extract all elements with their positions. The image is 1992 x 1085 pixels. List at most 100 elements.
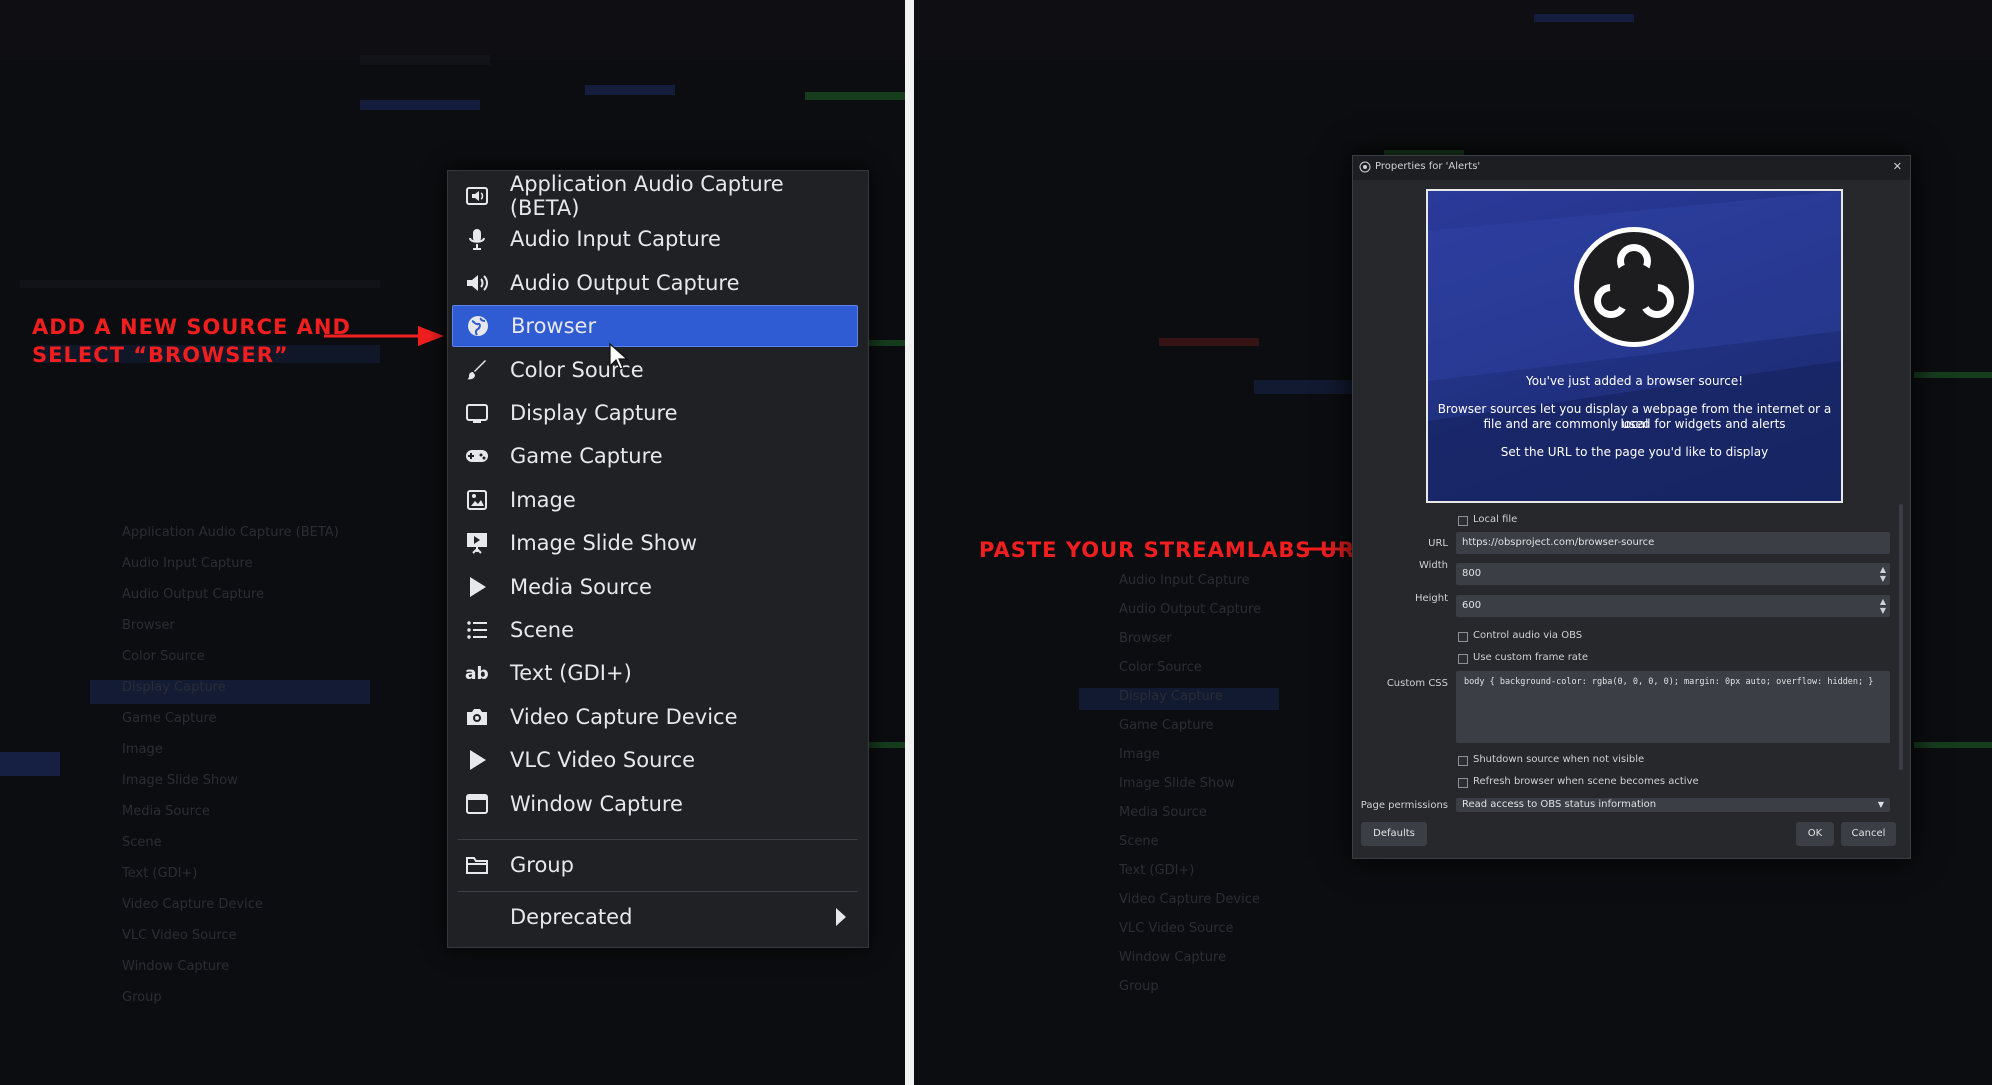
height-value: 600 [1462, 600, 1482, 611]
menu-item-label: Video Capture Device [510, 704, 738, 729]
menu-item-game-capture[interactable]: Game Capture [452, 435, 858, 477]
width-label: Width [1418, 560, 1448, 571]
background-meter [868, 742, 905, 748]
cancel-button[interactable]: Cancel [1841, 822, 1896, 846]
page-permissions-select[interactable]: Read access to OBS status information ▼ [1456, 798, 1890, 812]
url-input[interactable]: https://obsproject.com/browser-source [1456, 532, 1890, 554]
menu-item-media-source[interactable]: Media Source [452, 566, 858, 608]
background-list-item: Window Capture [1119, 950, 1227, 965]
menu-item-scene[interactable]: Scene [452, 609, 858, 651]
menu-item-video-capture-device[interactable]: Video Capture Device [452, 696, 858, 738]
camera-icon [464, 704, 490, 730]
background-bar [1159, 338, 1259, 346]
background-list-item: Image Slide Show [1119, 776, 1235, 791]
menu-item-label: Group [510, 853, 574, 877]
menu-item-color-source[interactable]: Color Source [452, 349, 858, 391]
menu-item-label: Deprecated [510, 905, 633, 929]
menu-item-display-capture[interactable]: Display Capture [452, 392, 858, 434]
background-list-item: Video Capture Device [122, 897, 263, 912]
spin-up-icon[interactable]: ▲ [1880, 598, 1886, 606]
background-meter [1914, 742, 1992, 748]
menu-item-label: Window Capture [510, 791, 683, 816]
background-selection [360, 100, 480, 110]
close-button[interactable]: ✕ [1893, 160, 1902, 173]
menu-item-label: Display Capture [510, 401, 678, 425]
background-list-item: Color Source [1119, 660, 1202, 675]
blank-icon [464, 904, 490, 930]
obs-logo-icon [1359, 161, 1371, 173]
background-list-item: Display Capture [1119, 689, 1223, 704]
menu-item-group[interactable]: Group [452, 844, 858, 886]
menu-item-label: VLC Video Source [510, 748, 696, 773]
right-panel: Audio Input Capture Audio Output Capture B… [914, 0, 1992, 1085]
ok-button[interactable]: OK [1796, 822, 1834, 846]
annotation-add-source: ADD A NEW SOURCE AND SELECT “BROWSER” [32, 313, 351, 369]
left-panel: Application Audio Capture (BETA) Audio In… [0, 0, 905, 1085]
control-audio-label: Control audio via OBS [1473, 630, 1583, 641]
background-list-item: Audio Input Capture [122, 556, 253, 571]
background-toolbar [0, 0, 905, 60]
control-audio-checkbox[interactable] [1458, 632, 1468, 642]
menu-item-application-audio-capture-beta[interactable]: Application Audio Capture (BETA) [452, 172, 858, 220]
properties-dialog: Properties for 'Alerts' ✕ You've just ad… [1352, 155, 1911, 859]
menu-item-label: Application Audio Capture (BETA) [509, 172, 784, 220]
preview-instruction: Set the URL to the page you'd like to di… [1500, 445, 1769, 459]
monitor-icon [464, 400, 490, 426]
folder-icon [464, 852, 490, 878]
menu-item-window-capture[interactable]: Window Capture [452, 783, 858, 825]
background-meter [805, 92, 905, 100]
menu-item-image[interactable]: Image [452, 479, 858, 521]
background-list-item: Audio Output Capture [1119, 602, 1262, 617]
annotation-line: ADD A NEW SOURCE AND [32, 315, 351, 339]
background-list-item: Text (GDI+) [122, 866, 198, 881]
menu-item-image-slide-show[interactable]: Image Slide Show [452, 522, 858, 564]
menu-item-label: Media Source [510, 574, 652, 599]
speaker-icon [464, 270, 490, 296]
background-bar [360, 55, 490, 65]
spin-down-icon[interactable]: ▼ [1880, 575, 1886, 583]
local-file-checkbox[interactable] [1458, 516, 1468, 526]
shutdown-checkbox[interactable] [1458, 756, 1468, 766]
globe-icon [465, 313, 491, 339]
background-selection [585, 85, 675, 95]
background-list-item: Video Capture Device [1119, 892, 1260, 907]
local-file-label: Local file [1473, 514, 1518, 525]
panel-divider [905, 0, 914, 1085]
height-spinbox[interactable]: 600 ▲ ▼ [1456, 595, 1890, 617]
menu-item-browser[interactable]: Browser [452, 305, 858, 348]
browser-preview: You've just added a browser source! Brow… [1426, 189, 1843, 503]
refresh-label: Refresh browser when scene becomes activ… [1473, 776, 1699, 787]
mouse-cursor-icon [609, 342, 629, 370]
menu-item-text-gdi[interactable]: ab Text (GDI+) [452, 652, 858, 694]
background-selection [0, 752, 60, 776]
shutdown-label: Shutdown source when not visible [1473, 754, 1645, 765]
width-spinbox[interactable]: 800 ▲ ▼ [1456, 563, 1890, 585]
background-list-item: Image Slide Show [122, 773, 238, 788]
custom-frame-rate-checkbox[interactable] [1458, 654, 1468, 664]
app-audio-icon [464, 183, 490, 209]
background-list-item: Image [122, 742, 163, 757]
background-list-item: Audio Input Capture [1119, 573, 1250, 588]
dialog-scrollbar[interactable] [1899, 504, 1903, 770]
background-list-item: Scene [1119, 834, 1159, 849]
custom-css-textarea[interactable]: body { background-color: rgba(0, 0, 0, 0… [1456, 671, 1890, 743]
play-icon [464, 574, 490, 600]
page-permissions-value: Read access to OBS status information [1462, 799, 1657, 810]
spin-down-icon[interactable]: ▼ [1880, 607, 1886, 615]
height-label: Height [1414, 593, 1448, 604]
defaults-button[interactable]: Defaults [1361, 822, 1427, 846]
menu-item-audio-output-capture[interactable]: Audio Output Capture [452, 262, 858, 304]
dialog-title: Properties for 'Alerts' [1375, 161, 1481, 172]
background-list-item: VLC Video Source [1119, 921, 1234, 936]
slideshow-icon [464, 530, 490, 556]
background-list-item: Window Capture [122, 959, 230, 974]
menu-item-vlc-video-source[interactable]: VLC Video Source [452, 739, 858, 781]
custom-frame-rate-label: Use custom frame rate [1473, 652, 1589, 663]
preview-headline: You've just added a browser source! [1525, 374, 1744, 388]
refresh-checkbox[interactable] [1458, 778, 1468, 788]
menu-item-label: Audio Input Capture [510, 227, 721, 252]
menu-item-deprecated[interactable]: Deprecated [452, 896, 858, 938]
page-permissions-label: Page permissions [1360, 800, 1448, 811]
spin-up-icon[interactable]: ▲ [1880, 566, 1886, 574]
menu-item-audio-input-capture[interactable]: Audio Input Capture [452, 218, 858, 260]
